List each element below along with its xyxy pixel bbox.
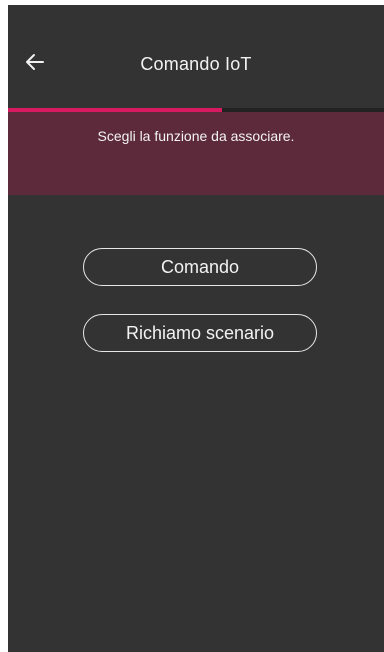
page-title: Comando IoT	[140, 54, 252, 74]
arrow-left-icon	[26, 54, 44, 70]
instruction-text: Scegli la funzione da associare.	[97, 128, 295, 144]
richiamo-scenario-button[interactable]: Richiamo scenario	[83, 314, 317, 352]
instruction-banner: Scegli la funzione da associare.	[8, 112, 384, 195]
app-header: Comando IoT	[8, 5, 384, 108]
comando-button[interactable]: Comando	[83, 248, 317, 286]
back-button[interactable]	[20, 47, 50, 77]
app-screen: Comando IoT Scegli la funzione da associ…	[8, 5, 384, 652]
